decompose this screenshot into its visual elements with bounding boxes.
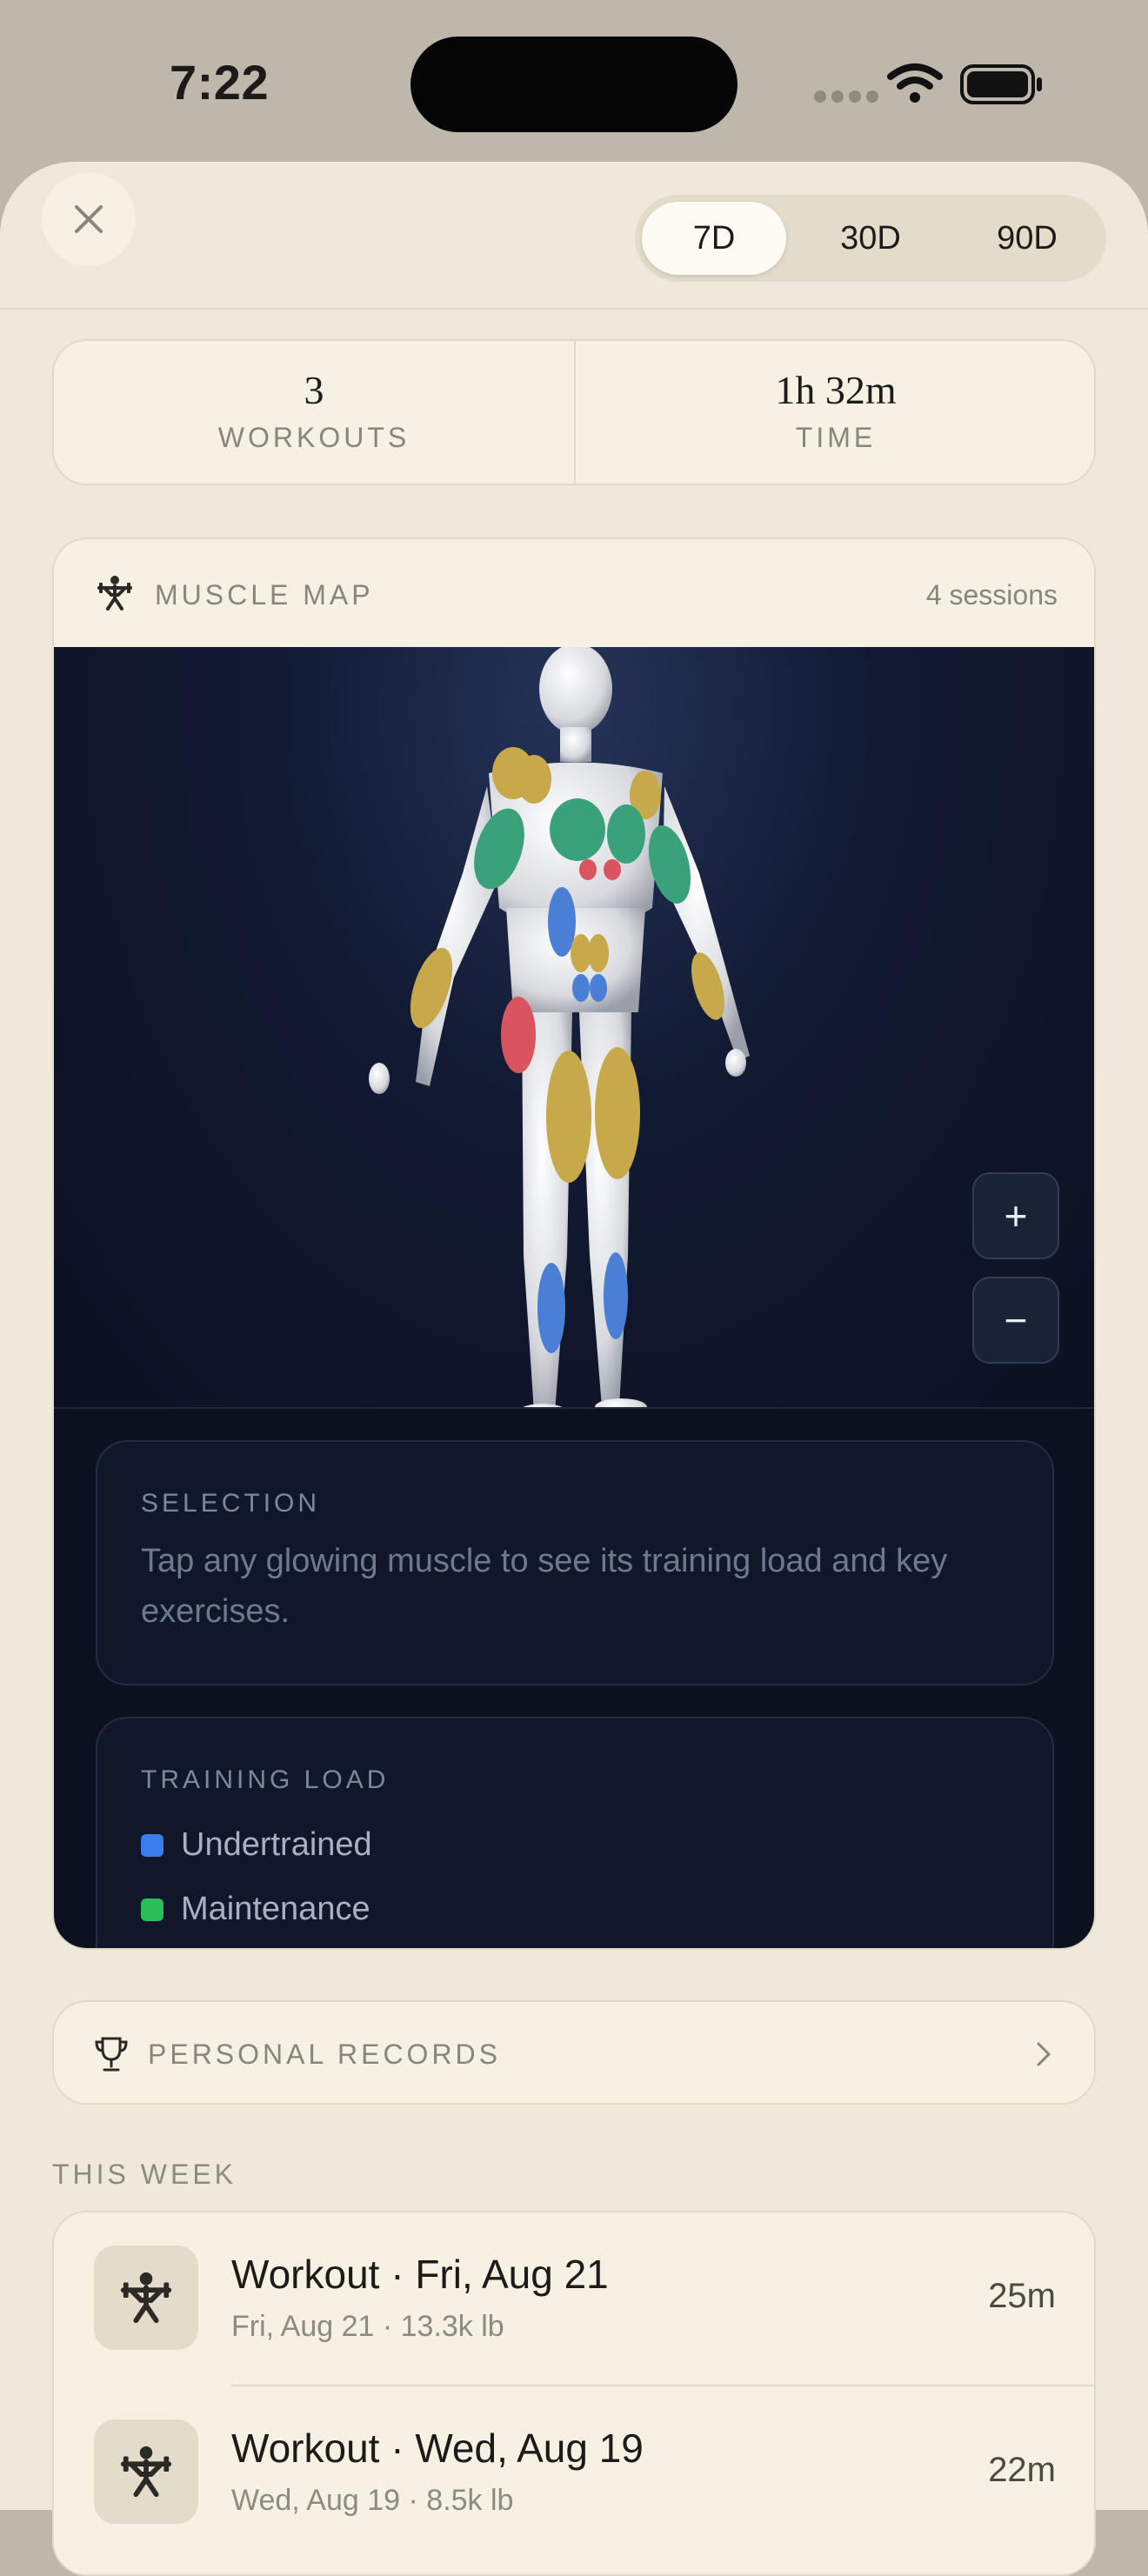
- muscle-map-card: MUSCLE MAP 4 sessions + − SELECTION Tap …: [52, 537, 1096, 1950]
- sheet-header: 7D 30D 90D: [0, 162, 1148, 310]
- cellular-signal-icon: [814, 90, 878, 103]
- tab-7d[interactable]: 7D: [642, 202, 786, 275]
- sessions-count: 4 sessions: [925, 579, 1058, 611]
- battery-icon: [960, 64, 1042, 104]
- workouts-stat: 3 WORKOUTS: [54, 341, 574, 484]
- muscle-info-panel: SELECTION Tap any glowing muscle to see …: [54, 1407, 1094, 1948]
- body-model: [369, 644, 750, 1418]
- close-icon: [75, 205, 103, 233]
- zoom-in-button[interactable]: +: [972, 1172, 1059, 1259]
- personal-records-title: PERSONAL RECORDS: [148, 2039, 501, 2070]
- workout-duration: 25m: [988, 2277, 1056, 2315]
- summary-stats-card: 3 WORKOUTS 1h 32m TIME: [52, 339, 1096, 485]
- workout-subtitle: Fri, Aug 21 · 13.3k lb: [231, 2310, 504, 2343]
- muscle-3d-viewer[interactable]: + −: [54, 644, 1094, 1418]
- maintenance-swatch: [141, 1898, 164, 1921]
- time-label: TIME: [795, 422, 877, 453]
- legend-undertrained: Undertrained: [141, 1826, 372, 1864]
- tab-90d[interactable]: 90D: [955, 202, 1099, 275]
- wifi-icon: [887, 63, 943, 103]
- workout-duration: 22m: [988, 2451, 1056, 2489]
- dynamic-island: [410, 37, 738, 132]
- time-value: 1h 32m: [775, 368, 897, 412]
- selection-text: Tap any glowing muscle to see its traini…: [141, 1543, 948, 1630]
- legend-maintenance: Maintenance: [141, 1891, 370, 1928]
- legend-label: Maintenance: [181, 1891, 370, 1927]
- workout-row[interactable]: Workout · Wed, Aug 19 Wed, Aug 19 · 8.5k…: [54, 2386, 1094, 2559]
- this-week-list: Workout · Fri, Aug 21 Fri, Aug 21 · 13.3…: [52, 2211, 1096, 2576]
- status-time: 7:22: [170, 55, 270, 110]
- workout-title: Workout · Fri, Aug 21: [231, 2252, 609, 2297]
- workout-row[interactable]: Workout · Fri, Aug 21 Fri, Aug 21 · 13.3…: [54, 2212, 1094, 2386]
- workouts-count: 3: [304, 368, 324, 412]
- legend-label: Undertrained: [181, 1826, 372, 1863]
- personal-records-row[interactable]: PERSONAL RECORDS: [52, 2000, 1096, 2105]
- workouts-label: WORKOUTS: [217, 422, 410, 453]
- tab-30d[interactable]: 30D: [798, 202, 943, 275]
- undertrained-swatch: [141, 1833, 164, 1857]
- workout-title: Workout · Wed, Aug 19: [231, 2426, 644, 2471]
- chevron-right-icon: [1037, 2042, 1051, 2066]
- weightlifter-icon: [94, 2246, 198, 2350]
- time-stat: 1h 32m TIME: [576, 341, 1096, 484]
- muscle-map-header: MUSCLE MAP 4 sessions: [54, 539, 1094, 647]
- training-load-label: TRAINING LOAD: [141, 1765, 390, 1794]
- workout-subtitle: Wed, Aug 19 · 8.5k lb: [231, 2484, 514, 2517]
- selection-label: SELECTION: [141, 1489, 321, 1518]
- weightlifter-icon: [97, 576, 132, 611]
- close-button[interactable]: [42, 172, 136, 266]
- selection-box: SELECTION Tap any glowing muscle to see …: [96, 1440, 1054, 1685]
- trophy-icon: [95, 2037, 128, 2072]
- muscle-map-title: MUSCLE MAP: [155, 579, 374, 611]
- training-load-legend: TRAINING LOAD Undertrained Maintenance: [96, 1717, 1054, 1948]
- zoom-out-button[interactable]: −: [972, 1277, 1059, 1364]
- this-week-header: THIS WEEK: [52, 2159, 237, 2190]
- weightlifter-icon: [94, 2419, 198, 2524]
- range-segmented-control: 7D 30D 90D: [635, 195, 1106, 282]
